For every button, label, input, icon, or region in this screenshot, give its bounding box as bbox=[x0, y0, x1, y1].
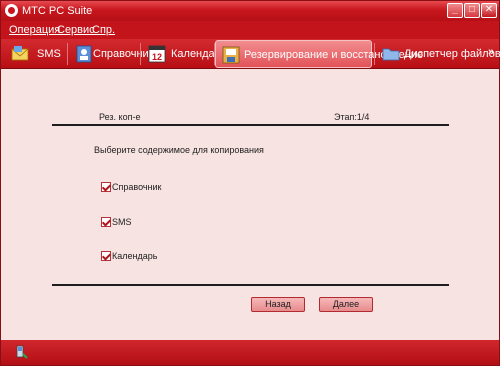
tab-contacts[interactable]: Справочник bbox=[69, 40, 154, 68]
tab-file-manager[interactable]: Диспетчер файлов bbox=[376, 40, 500, 68]
wizard-step: Этап:1/4 bbox=[334, 112, 370, 122]
wizard-panel: Рез. коп-е Этап:1/4 Выберите содержимое … bbox=[1, 70, 499, 340]
tab-calendar[interactable]: 12 Календарь bbox=[142, 40, 227, 68]
envelope-icon bbox=[11, 46, 29, 61]
divider-top bbox=[52, 124, 449, 126]
toolbar: SMS Справочник 12 Календарь Резервирован… bbox=[1, 39, 500, 69]
menu-bar: Операция Сервис Спр. bbox=[1, 21, 499, 39]
close-button[interactable]: ✕ bbox=[481, 3, 497, 18]
wizard-instruction: Выберите содержимое для копирования bbox=[94, 145, 264, 155]
tab-label-sms: SMS bbox=[37, 48, 61, 60]
divider-bottom bbox=[52, 284, 449, 286]
back-button[interactable]: Назад bbox=[251, 297, 305, 312]
checkbox-contacts[interactable] bbox=[101, 182, 111, 192]
phone-connection-icon[interactable] bbox=[15, 345, 29, 359]
app-window: МТС PC Suite _ □ ✕ Операция Сервис Спр. … bbox=[0, 0, 500, 366]
checkbox-label: SMS bbox=[112, 217, 132, 227]
calendar-icon: 12 bbox=[148, 45, 166, 63]
tab-label-file-manager: Диспетчер файлов bbox=[404, 48, 500, 60]
tab-sms[interactable]: SMS bbox=[5, 40, 65, 68]
contacts-book-icon bbox=[76, 45, 92, 63]
menu-operation[interactable]: Операция bbox=[9, 24, 60, 36]
window-title: МТС PC Suite bbox=[22, 5, 93, 17]
app-logo-icon bbox=[5, 4, 18, 17]
backup-restore-icon bbox=[222, 46, 240, 64]
svg-text:12: 12 bbox=[152, 52, 162, 62]
menu-help[interactable]: Спр. bbox=[92, 24, 115, 36]
checkbox-sms[interactable] bbox=[101, 217, 111, 227]
title-bar[interactable]: МТС PC Suite _ □ ✕ bbox=[1, 1, 499, 21]
maximize-button[interactable]: □ bbox=[464, 3, 480, 18]
next-button[interactable]: Далее bbox=[319, 297, 373, 312]
checkbox-label: Справочник bbox=[112, 182, 162, 192]
wizard-title: Рез. коп-е bbox=[99, 112, 141, 122]
tab-backup-restore[interactable]: Резервирование и восстановление bbox=[215, 40, 423, 68]
menu-service[interactable]: Сервис bbox=[57, 24, 95, 36]
tab-separator bbox=[140, 43, 141, 65]
toolbar-overflow-button[interactable]: » bbox=[488, 46, 494, 58]
tab-separator bbox=[67, 43, 68, 65]
checkbox-label: Календарь bbox=[112, 251, 158, 261]
minimize-button[interactable]: _ bbox=[447, 3, 463, 18]
checkbox-calendar[interactable] bbox=[101, 251, 111, 261]
folder-icon bbox=[382, 48, 400, 61]
status-bar bbox=[1, 340, 499, 365]
tab-separator bbox=[374, 43, 375, 65]
